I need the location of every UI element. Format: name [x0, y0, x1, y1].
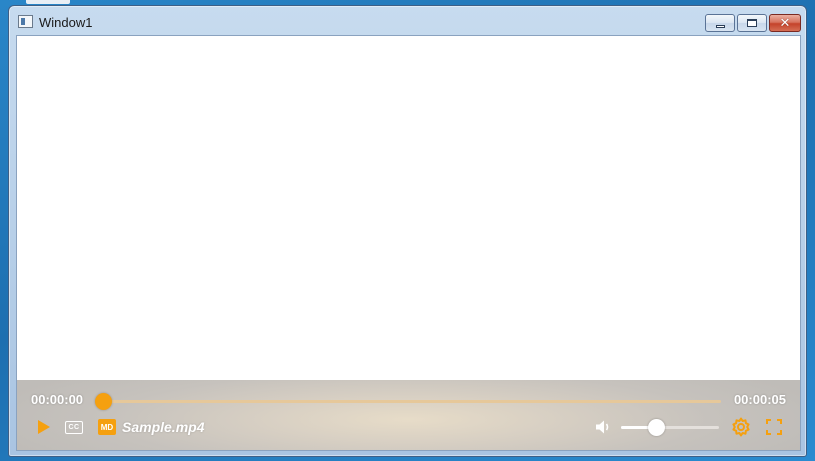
player-controls: 00:00:00 00:00:05 CC MD Sample.mp4 — [17, 380, 800, 450]
app-window: Window1 ✕ 00:00:00 00:00:05 CC MD Sample… — [8, 5, 807, 457]
fullscreen-icon — [766, 419, 782, 435]
media-button[interactable]: MD — [97, 418, 117, 436]
settings-button[interactable] — [730, 416, 752, 438]
window-title: Window1 — [39, 15, 93, 30]
minimize-icon — [715, 24, 725, 28]
play-icon — [38, 420, 50, 434]
volume-thumb[interactable] — [648, 419, 666, 436]
closed-captions-button[interactable]: CC — [64, 418, 84, 436]
total-time: 00:00:05 — [733, 392, 786, 407]
close-icon: ✕ — [779, 15, 791, 31]
maximize-button[interactable] — [737, 14, 767, 32]
gear-icon — [732, 417, 750, 437]
app-window-icon — [18, 15, 33, 28]
media-file-icon: MD — [98, 419, 116, 435]
desktop-fragment — [0, 210, 8, 250]
fullscreen-button[interactable] — [765, 418, 783, 436]
current-time: 00:00:00 — [31, 392, 84, 407]
file-name: Sample.mp4 — [122, 419, 205, 435]
caption-buttons: ✕ — [705, 14, 801, 32]
title-bar[interactable]: Window1 ✕ — [9, 6, 806, 36]
closed-captions-icon: CC — [65, 420, 83, 434]
window-content: 00:00:00 00:00:05 CC MD Sample.mp4 — [16, 35, 801, 451]
volume-slider[interactable] — [621, 419, 719, 436]
seek-bar[interactable] — [95, 393, 721, 410]
play-button[interactable] — [35, 418, 53, 436]
minimize-button[interactable] — [705, 14, 735, 32]
seek-thumb[interactable] — [95, 393, 112, 410]
maximize-icon — [747, 19, 757, 27]
close-button[interactable]: ✕ — [769, 14, 801, 32]
speaker-icon — [596, 420, 609, 434]
video-display[interactable] — [17, 36, 800, 380]
mute-button[interactable] — [595, 418, 613, 436]
desktop-icon-fragment — [26, 0, 70, 4]
